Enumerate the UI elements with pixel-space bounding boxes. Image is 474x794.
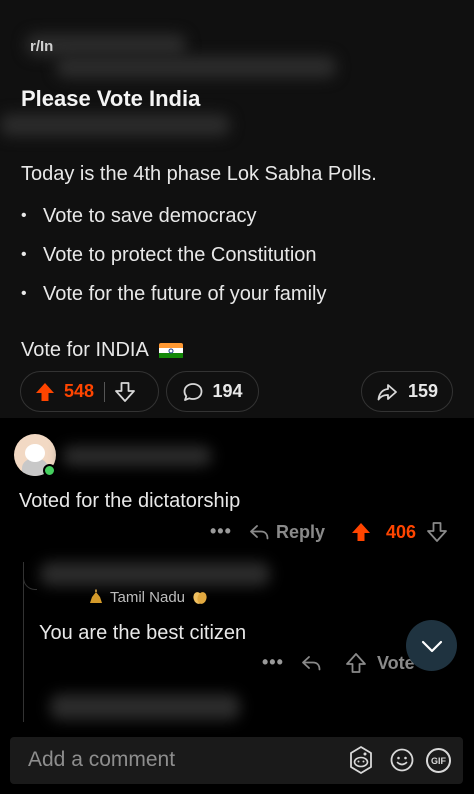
scroll-down-button[interactable] [406, 620, 457, 671]
emoji-icon[interactable] [389, 747, 415, 773]
post-body: Today is the 4th phase Lok Sabha Polls. [21, 163, 377, 185]
reply-arrow-icon [248, 521, 270, 543]
comment-actions: ••• [210, 521, 232, 542]
comments-button[interactable]: 194 [166, 371, 259, 412]
comment-text: Voted for the dictatorship [19, 490, 241, 512]
upvote-count: 548 [64, 381, 95, 401]
post-vote-pill: 548 [20, 371, 159, 412]
list-item: • Vote to save democracy [21, 205, 257, 227]
more-options-button[interactable]: ••• [262, 652, 284, 673]
thread-line [23, 562, 24, 722]
share-arrow-icon [376, 381, 398, 403]
share-button[interactable]: 159 [361, 371, 453, 412]
reply-vote: Vote [345, 652, 415, 674]
comment-vote: 406 [350, 521, 448, 543]
vote-divider [104, 381, 106, 402]
user-flair: Tamil Nadu [88, 588, 209, 606]
list-item: • Vote for the future of your family [21, 283, 327, 305]
reply-arrow-icon [300, 652, 322, 674]
downvote-arrow-icon[interactable] [426, 521, 448, 543]
lamp-icon [88, 589, 104, 605]
clap-icon [191, 588, 209, 606]
subreddit-name[interactable]: r/In [30, 38, 53, 55]
comment-score: 406 [386, 521, 417, 542]
reply-button[interactable]: Reply [248, 521, 325, 543]
blurred-flair [0, 114, 230, 136]
gif-icon[interactable]: GIF [426, 748, 451, 773]
upvote-arrow-icon[interactable] [34, 381, 56, 403]
share-count: 159 [407, 381, 439, 401]
comment-count: 194 [212, 381, 243, 401]
blurred-username [56, 56, 336, 78]
upvote-arrow-icon[interactable] [345, 652, 367, 674]
snoo-icon[interactable] [346, 745, 376, 775]
blurred-next-comment [50, 694, 240, 720]
flag-india-icon [158, 342, 183, 359]
blurred-reply-author [40, 562, 270, 586]
post-title: Please Vote India [21, 86, 201, 111]
online-status-dot [43, 464, 56, 477]
blurred-comment-author [62, 446, 212, 466]
post-closing-line: Vote for INDIA [21, 339, 183, 362]
upvote-arrow-icon[interactable] [350, 521, 372, 543]
chevron-down-icon [419, 633, 445, 659]
reply-button[interactable] [300, 652, 322, 674]
comment-input-placeholder: Add a comment [28, 748, 176, 771]
list-item: • Vote to protect the Constitution [21, 244, 317, 266]
more-options-button[interactable]: ••• [210, 521, 232, 542]
reply-text: You are the best citizen [39, 622, 247, 644]
post-bullet-list: • Vote to save democracy • Vote to protect… [21, 205, 326, 322]
comment-bubble-icon [182, 381, 204, 403]
reply-actions: ••• [262, 652, 284, 673]
downvote-arrow-icon[interactable] [114, 381, 136, 403]
